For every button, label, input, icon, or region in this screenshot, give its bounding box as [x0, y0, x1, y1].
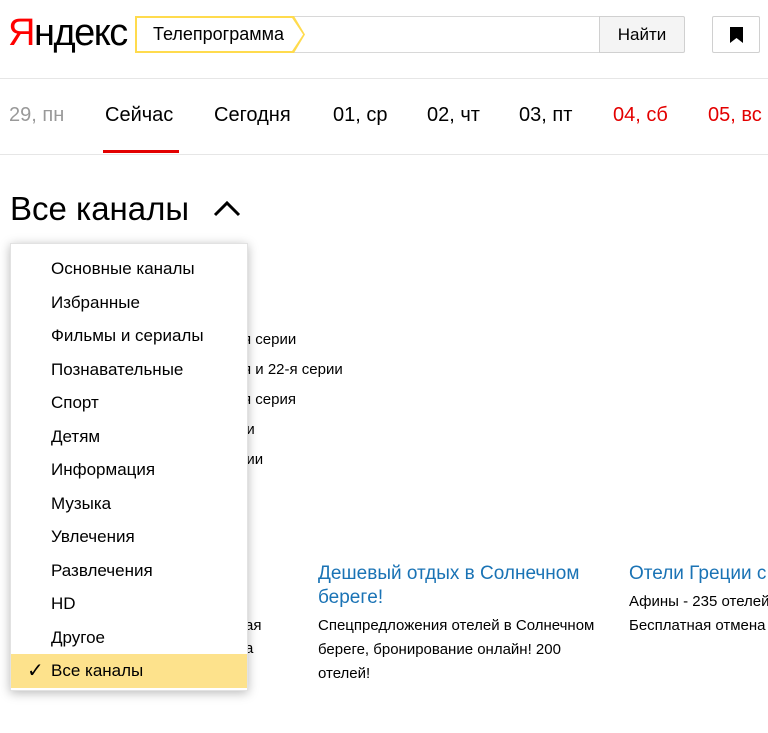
search-form: Телепрограмма Найти [135, 16, 685, 53]
check-icon: ✓ [27, 660, 44, 682]
dropdown-item-label: Детям [51, 426, 101, 446]
dropdown-item-label: Спорт [51, 393, 99, 412]
dropdown-item-label: Информация [51, 460, 156, 479]
dropdown-item-label: Фильмы и сериалы [51, 326, 204, 345]
dropdown-item[interactable]: Избранные [11, 286, 247, 320]
header: Яндекс Телепрограмма Найти [0, 0, 768, 79]
dropdown-item[interactable]: HD [11, 587, 247, 621]
dropdown-item[interactable]: Другое [11, 621, 247, 655]
dropdown-item-label: Развлечения [51, 560, 153, 580]
dropdown-item[interactable]: Основные каналы [11, 252, 247, 286]
dropdown-item-label: Увлечения [51, 527, 135, 546]
dropdown-item[interactable]: Информация [11, 453, 247, 487]
date-tabs: 29, пн Сейчас Сегодня 01, ср 02, чт 03, … [0, 78, 768, 155]
channels-heading[interactable]: Все каналы [10, 190, 189, 228]
dropdown-item[interactable]: Фильмы и сериалы [11, 319, 247, 353]
search-service-tag[interactable]: Телепрограмма [135, 16, 293, 53]
tab-date-01[interactable]: 01, ср [333, 104, 387, 127]
tab-date-05[interactable]: 05, вс [708, 104, 762, 127]
dropdown-item[interactable]: Увлечения [11, 520, 247, 554]
schedule-item-fragment: -я и 22-я серии [238, 361, 343, 378]
yandex-logo[interactable]: Яндекс [8, 12, 128, 55]
channel-category-dropdown: Основные каналы Избранные Фильмы и сериалы… [10, 243, 248, 691]
dropdown-item[interactable]: ✓ Все каналы [11, 654, 247, 688]
bookmark-icon [730, 27, 743, 43]
dropdown-item[interactable]: Познавательные [11, 353, 247, 387]
dropdown-item[interactable]: Спорт [11, 386, 247, 420]
dropdown-item-label: Музыка [51, 493, 112, 513]
tab-date-04[interactable]: 04, сб [613, 104, 668, 127]
ad-description: Спецпредложения отелей в Солнечном берег… [318, 617, 595, 682]
dropdown-item-label: HD [51, 594, 76, 613]
search-button[interactable]: Найти [599, 16, 685, 53]
tab-date-29[interactable]: 29, пн [9, 104, 64, 127]
dropdown-item[interactable]: Музыка [11, 487, 247, 521]
ad-title-link[interactable]: Дешевый отдых в Солнечном берегe! [318, 562, 608, 610]
tab-now[interactable]: Сейчас [105, 104, 173, 127]
tab-date-03[interactable]: 03, пт [519, 104, 572, 127]
logo-first-letter: Я [8, 12, 35, 54]
dropdown-item-label: Основные каналы [51, 259, 195, 278]
dropdown-item-label: Познавательные [51, 359, 184, 379]
active-tab-indicator [103, 150, 179, 153]
dropdown-item-label: Избранные [51, 292, 140, 312]
dropdown-item-label: Все каналы [51, 661, 144, 680]
ad-description: Афины - 235 отелей Бесплатная отмена [629, 593, 768, 634]
tab-date-02[interactable]: 02, чт [427, 104, 480, 127]
chevron-up-icon[interactable] [212, 198, 242, 218]
bookmark-button[interactable] [712, 16, 760, 53]
dropdown-item[interactable]: Развлечения [11, 554, 247, 588]
dropdown-item-label: Другое [51, 627, 106, 647]
logo-rest: ндекс [33, 12, 128, 54]
tab-today[interactable]: Сегодня [214, 104, 291, 127]
search-tag-arrow [292, 16, 305, 53]
ad-title-link[interactable]: Отели Греции с [629, 562, 768, 586]
dropdown-item[interactable]: Детям [11, 420, 247, 454]
